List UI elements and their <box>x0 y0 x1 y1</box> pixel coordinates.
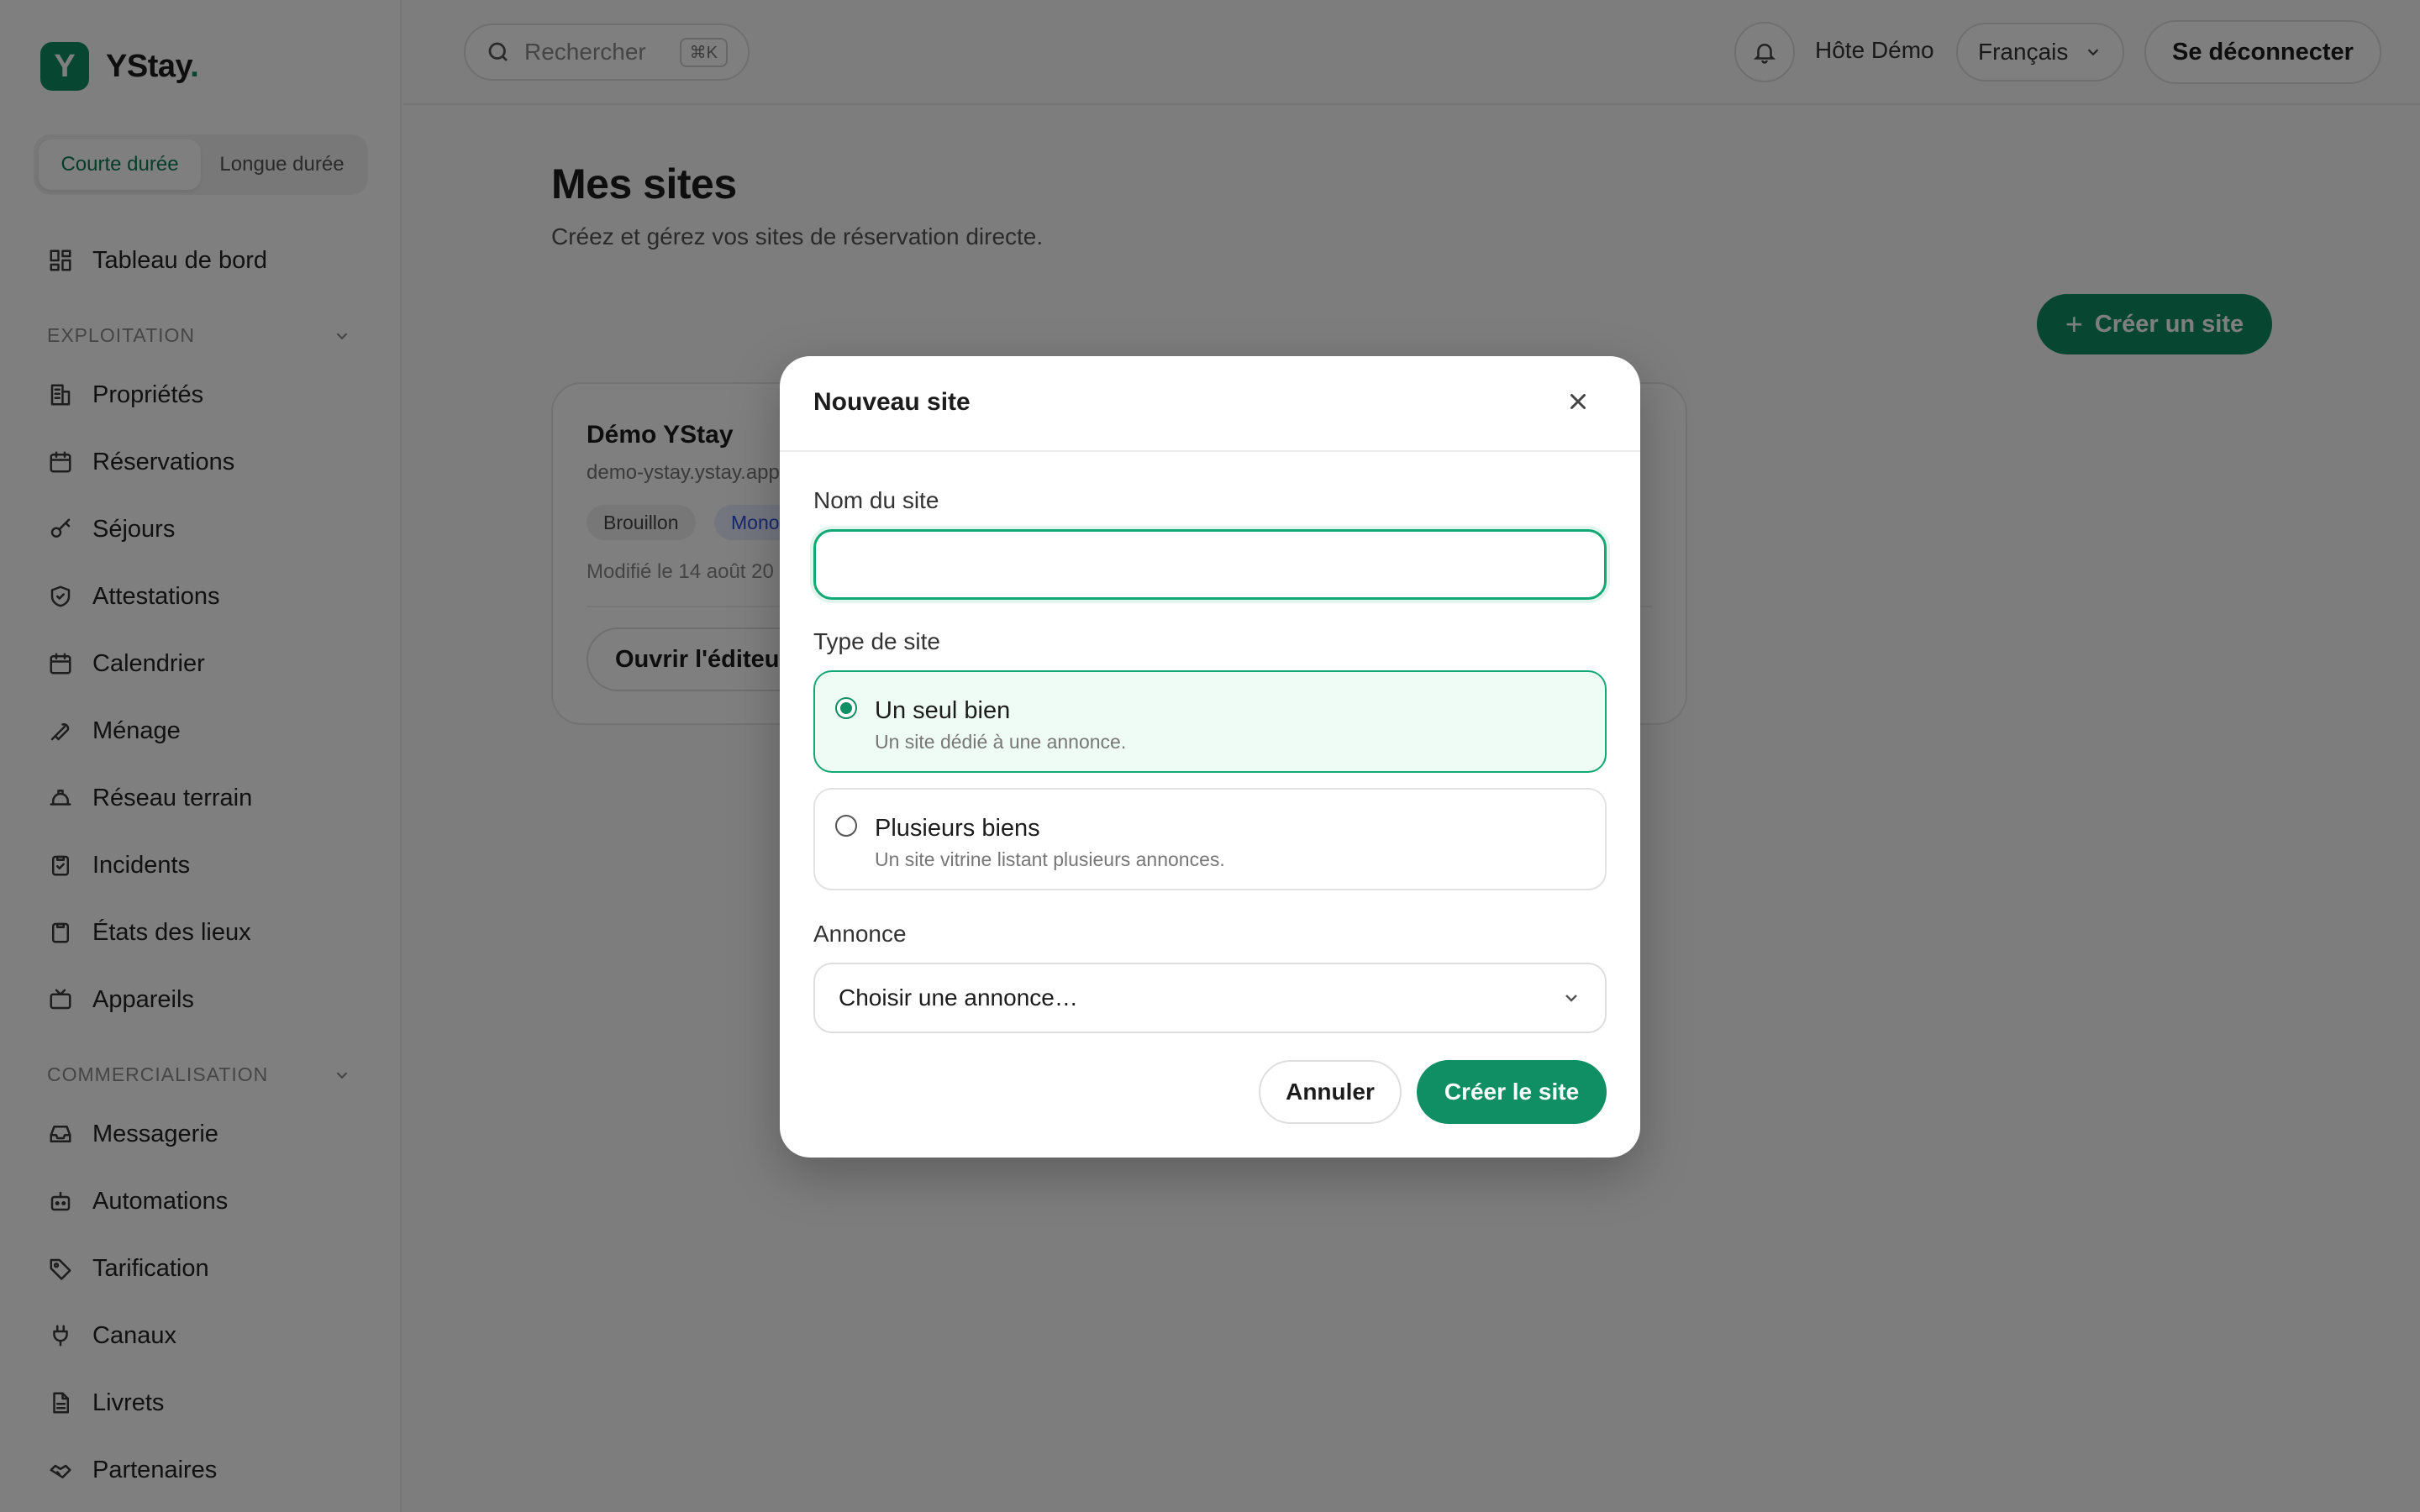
option-title: Un seul bien <box>875 697 1011 724</box>
radio-unselected[interactable] <box>835 815 857 837</box>
dialog-title: Nouveau site <box>813 388 971 416</box>
cancel-button[interactable]: Annuler <box>1259 1060 1402 1124</box>
listing-placeholder: Choisir une annonce… <box>839 984 1078 1011</box>
close-button[interactable] <box>1561 385 1595 418</box>
listing-label: Annonce <box>813 921 907 947</box>
listing-select[interactable]: Choisir une annonce… <box>813 963 1607 1033</box>
radio-selected[interactable] <box>835 697 857 719</box>
option-description: Un site dédié à une annonce. <box>875 731 1127 753</box>
new-site-dialog: Nouveau site Nom du site Type de site Un… <box>780 356 1640 1158</box>
site-name-label: Nom du site <box>813 487 939 513</box>
site-name-input[interactable] <box>813 529 1607 600</box>
site-type-single[interactable]: Un seul bien Un site dédié à une annonce… <box>813 670 1607 773</box>
option-title: Plusieurs biens <box>875 815 1040 842</box>
chevron-down-icon <box>1565 995 1577 1002</box>
create-site-submit-button[interactable]: Créer le site <box>1417 1060 1607 1124</box>
site-type-multiple[interactable]: Plusieurs biens Un site vitrine listant … <box>813 788 1607 890</box>
close-icon <box>1570 394 1586 409</box>
option-description: Un site vitrine listant plusieurs annonc… <box>875 848 1225 870</box>
site-type-label: Type de site <box>813 628 940 654</box>
divider <box>780 450 1640 452</box>
